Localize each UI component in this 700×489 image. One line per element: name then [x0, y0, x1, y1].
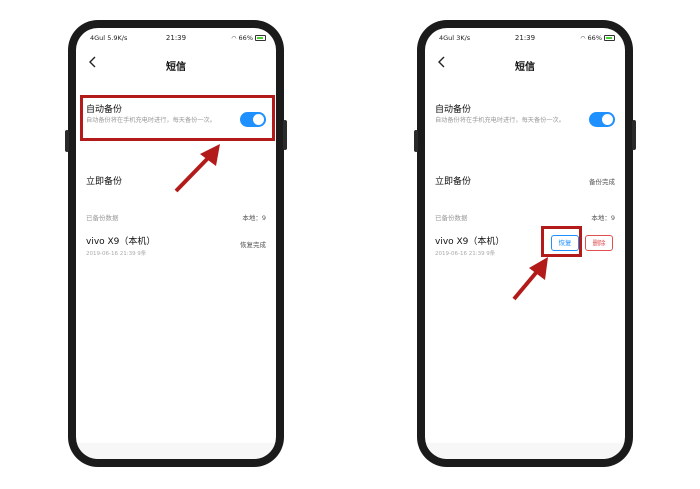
arrow-annotations	[174, 144, 548, 301]
tutorial-stage: 4Gul 5.9K/s 21:39 ◠ 66% 短信 自动备份 自动备份将在手机充…	[0, 0, 700, 489]
arrow-right	[512, 257, 548, 301]
arrow-left	[174, 144, 220, 193]
